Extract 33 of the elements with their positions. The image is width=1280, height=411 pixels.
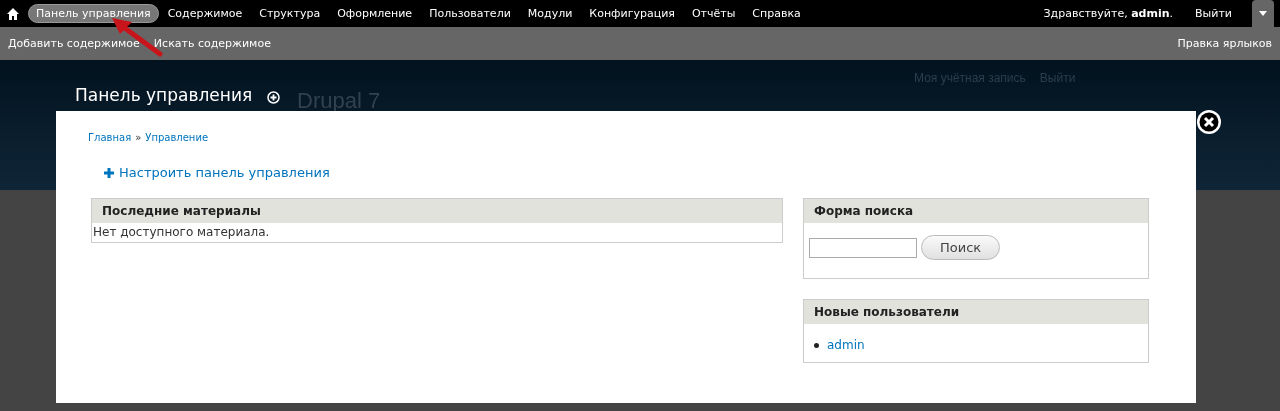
greeting-text: Здравствуйте, admin. (1043, 7, 1174, 20)
search-field[interactable] (809, 237, 917, 258)
shortcut-link[interactable]: Искать содержимое (153, 37, 271, 50)
block-title: Форма поиска (804, 199, 1148, 223)
menu-item[interactable]: Структура (251, 4, 329, 23)
menu-item[interactable]: Отчёты (683, 4, 744, 23)
close-icon[interactable] (1196, 109, 1222, 135)
page-title: Панель управления (75, 85, 253, 105)
menu-item[interactable]: Пользователи (421, 4, 519, 23)
customize-link[interactable]: Настроить панель управления (119, 165, 330, 180)
home-icon[interactable] (6, 6, 20, 21)
breadcrumb-separator: » (135, 132, 142, 143)
empty-message: Нет доступного материала. (92, 224, 271, 241)
bullet-icon (814, 342, 819, 348)
caret-icon (1259, 11, 1267, 16)
logout-link[interactable]: Выйти (1195, 7, 1232, 20)
menu-item[interactable]: Модули (519, 4, 581, 23)
menu-item[interactable]: Панель управления (28, 4, 159, 23)
menu-item[interactable]: Оформление (329, 4, 421, 23)
breadcrumb-link[interactable]: Главная (88, 132, 132, 143)
block-title: Последние материалы (92, 199, 782, 223)
plus-icon (104, 167, 114, 178)
drawer-toggle[interactable] (1252, 0, 1274, 27)
breadcrumb-link[interactable]: Управление (145, 132, 209, 143)
menu-item[interactable]: Справка (744, 4, 809, 23)
menu-item[interactable]: Содержимое (159, 4, 251, 23)
search-button[interactable]: Поиск (921, 235, 1001, 260)
edit-shortcuts-link[interactable]: Правка ярлыков (1177, 37, 1272, 50)
block-title: Новые пользователи (804, 300, 1148, 324)
shortcut-link[interactable]: Добавить содержимое (8, 37, 140, 50)
user-link[interactable]: admin (827, 338, 865, 352)
add-shortcut-icon[interactable] (267, 91, 280, 104)
menu-item[interactable]: Конфигурация (581, 4, 683, 23)
